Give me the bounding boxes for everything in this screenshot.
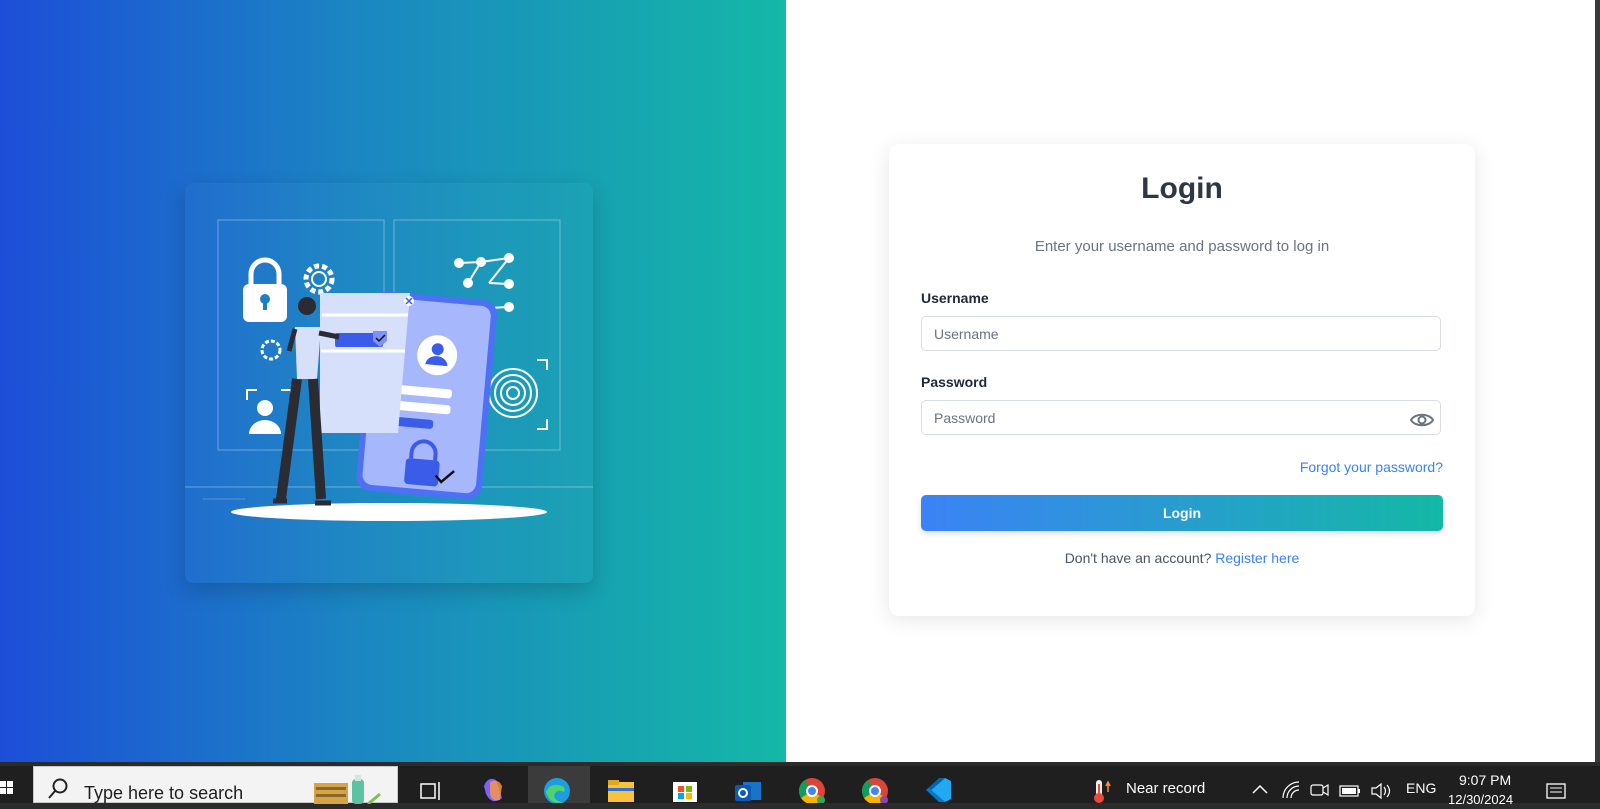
login-subtitle: Enter your username and password to log …	[1034, 238, 1330, 255]
weather-thermometer-icon[interactable]	[1086, 774, 1116, 803]
show-password-eye-icon[interactable]	[1409, 411, 1435, 429]
register-row: Don't have an account? Register here	[889, 550, 1475, 566]
copilot-icon[interactable]	[478, 774, 508, 803]
left-panel	[0, 0, 786, 762]
chrome-profile-icon[interactable]	[860, 774, 890, 805]
window-scroll-edge	[1595, 0, 1600, 762]
file-explorer-icon[interactable]	[606, 774, 636, 803]
register-prompt: Don't have an account?	[1064, 550, 1212, 566]
taskbar-search-box[interactable]: Type here to search	[33, 766, 398, 806]
password-label: Password	[921, 374, 988, 390]
edge-icon[interactable]	[542, 774, 572, 804]
wifi-icon[interactable]	[1280, 774, 1302, 803]
login-title: Login	[1141, 172, 1223, 205]
weather-text[interactable]: Near record	[1126, 780, 1205, 797]
register-link[interactable]: Register here	[1215, 550, 1299, 566]
search-highlight-image-icon	[308, 775, 398, 809]
clock-time[interactable]: 9:07 PM	[1459, 772, 1511, 788]
volume-icon[interactable]	[1369, 774, 1393, 803]
chrome-icon[interactable]	[797, 774, 827, 805]
username-label: Username	[921, 290, 989, 306]
security-illustration	[185, 183, 593, 583]
clock-date[interactable]: 12/30/2024	[1448, 792, 1513, 807]
language-indicator[interactable]: ENG	[1406, 780, 1436, 796]
meet-now-icon[interactable]	[1308, 774, 1330, 803]
right-panel: Login Enter your username and password t…	[786, 0, 1595, 762]
forgot-password-link[interactable]: Forgot your password?	[1300, 459, 1443, 475]
start-windows-icon[interactable]	[0, 777, 14, 803]
store-icon[interactable]	[670, 774, 700, 803]
login-card: Login Enter your username and password t…	[889, 144, 1475, 616]
outlook-icon[interactable]	[733, 774, 763, 803]
chevron-up-icon[interactable]	[1249, 774, 1271, 803]
notification-center-icon[interactable]	[1544, 774, 1570, 803]
battery-icon[interactable]	[1338, 774, 1362, 803]
search-icon	[46, 777, 70, 806]
taskbar: Type here to search Near record ENG 9:07…	[0, 766, 1600, 807]
username-input[interactable]	[921, 316, 1441, 351]
task-view-icon[interactable]	[415, 774, 445, 803]
password-input[interactable]	[921, 400, 1441, 435]
login-button[interactable]: Login	[921, 495, 1443, 531]
search-placeholder: Type here to search	[84, 783, 244, 803]
vscode-icon[interactable]	[923, 774, 953, 803]
browser-page: Login Enter your username and password t…	[0, 0, 1595, 762]
